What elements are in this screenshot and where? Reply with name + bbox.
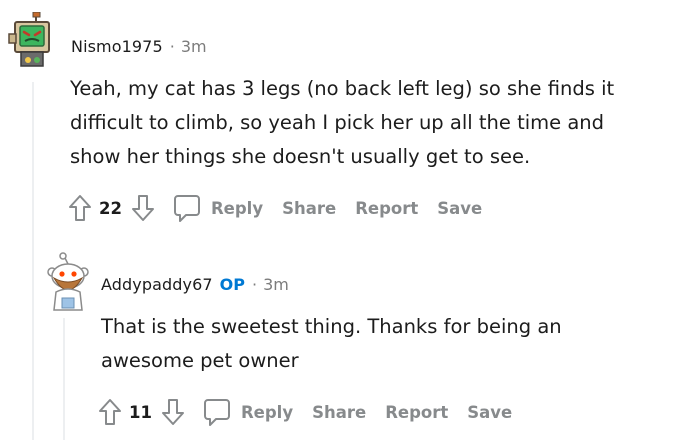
upvote-arrow-icon bbox=[69, 195, 91, 221]
comment-meta: Addypaddy67 OP · 3m bbox=[101, 275, 289, 294]
comment-line: awesome pet owner bbox=[101, 349, 299, 372]
share-button[interactable]: Share bbox=[282, 199, 336, 218]
separator-dot: · bbox=[251, 275, 258, 294]
downvote-button[interactable] bbox=[130, 193, 156, 223]
report-button[interactable]: Report bbox=[355, 199, 418, 218]
reply-label: Reply bbox=[210, 198, 264, 218]
comment-line: That is the sweetest thing. Thanks for b… bbox=[101, 315, 562, 338]
upvote-button[interactable] bbox=[67, 193, 93, 223]
comment-line: difficult to climb, so yeah I pick her u… bbox=[70, 111, 605, 134]
reply-label: Reply bbox=[240, 402, 294, 422]
separator-dot: · bbox=[169, 37, 175, 56]
thread-line-main[interactable] bbox=[32, 82, 34, 440]
save-button[interactable]: Save bbox=[467, 403, 512, 422]
timestamp[interactable]: 3m bbox=[181, 37, 207, 56]
downvote-button[interactable] bbox=[160, 397, 186, 427]
downvote-arrow-icon bbox=[161, 399, 184, 425]
comment-actions: 22 Reply Share Report Save bbox=[67, 191, 482, 225]
avatar[interactable] bbox=[6, 11, 54, 72]
comment-body: That is the sweetest thing. Thanks for b… bbox=[101, 310, 562, 378]
vote-count: 22 bbox=[99, 198, 122, 218]
downvote-arrow-icon bbox=[131, 195, 154, 221]
vote-count: 11 bbox=[129, 402, 152, 422]
comment-actions: 11 Reply Share Report Save bbox=[97, 395, 512, 429]
timestamp[interactable]: 3m bbox=[263, 275, 289, 294]
avatar[interactable] bbox=[44, 252, 92, 312]
report-button[interactable]: Report bbox=[385, 403, 448, 422]
comment-line: Yeah, my cat has 3 legs (no back left le… bbox=[70, 77, 615, 100]
upvote-button[interactable] bbox=[97, 397, 123, 427]
op-badge: OP bbox=[219, 275, 245, 294]
comment-bubble-icon bbox=[203, 399, 230, 426]
share-button[interactable]: Share bbox=[312, 403, 366, 422]
username[interactable]: Addypaddy67 bbox=[101, 275, 213, 294]
save-button[interactable]: Save bbox=[437, 199, 482, 218]
comment-body: Yeah, my cat has 3 legs (no back left le… bbox=[70, 72, 614, 174]
comment-bubble-icon bbox=[173, 195, 200, 222]
comment-meta: Nismo1975 · 3m bbox=[71, 37, 207, 56]
upvote-arrow-icon bbox=[99, 399, 121, 425]
thread-line-reply[interactable] bbox=[63, 318, 65, 440]
snoo-avatar-icon bbox=[47, 252, 89, 311]
robot-avatar-icon bbox=[8, 11, 50, 67]
username[interactable]: Nismo1975 bbox=[71, 37, 163, 56]
reply-button[interactable]: Reply bbox=[202, 397, 293, 427]
comment-line: show her things she doesn't usually get … bbox=[70, 145, 531, 168]
reply-button[interactable]: Reply bbox=[172, 193, 263, 223]
